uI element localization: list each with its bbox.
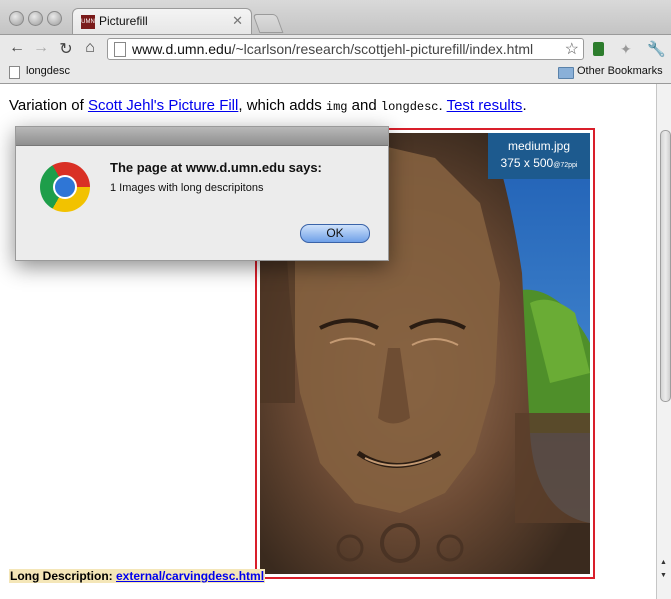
longdesc-link[interactable]: external/carvingdesc.html	[116, 569, 264, 583]
tab-picturefill[interactable]: UMN Picturefill ✕	[72, 8, 252, 35]
url-host: www.d.umn.edu	[132, 41, 232, 57]
image-caption-name: medium.jpg	[507, 139, 571, 153]
vertical-scrollbar[interactable]: ▲ ▼	[656, 84, 671, 599]
code-img: img	[325, 100, 348, 114]
chrome-logo-icon	[40, 162, 90, 212]
browser-toolbar: ← → ↻ ⌂ www.d.umn.edu/~lcarlson/research…	[0, 34, 671, 63]
code-longdesc: longdesc	[380, 100, 439, 114]
test-results-link[interactable]: Test results	[447, 97, 523, 114]
star-icon[interactable]: ☆	[565, 39, 579, 59]
back-arrow-icon[interactable]: ←	[8, 39, 26, 57]
intro-prefix: Variation of	[9, 97, 88, 114]
intro-text: Variation of Scott Jehl's Picture Fill, …	[9, 97, 527, 114]
image-size-text: 375 x 500	[500, 156, 554, 170]
bookmark-page-icon	[9, 66, 20, 79]
intro-and: and	[347, 97, 381, 114]
home-icon[interactable]: ⌂	[81, 39, 99, 57]
image-ppi-text: @72ppi	[553, 162, 578, 169]
tab-close-icon[interactable]: ✕	[232, 13, 243, 29]
url-path: /~lcarlson/research/scottjehl-picturefil…	[231, 41, 534, 57]
intro-mid: , which adds	[238, 97, 326, 114]
wrench-icon[interactable]: 🔧	[647, 40, 666, 58]
extension-puzzle-icon[interactable]: ✦	[620, 41, 632, 58]
reload-icon[interactable]: ↻	[57, 39, 75, 59]
ok-button[interactable]: OK	[300, 224, 370, 243]
alert-dialog: The page at www.d.umn.edu says: 1 Images…	[15, 126, 389, 261]
extension-icon[interactable]	[593, 42, 604, 56]
browser-titlebar: UMN Picturefill ✕	[0, 0, 671, 35]
intro-end: .	[522, 97, 527, 114]
zoom-window-button[interactable]	[47, 11, 62, 26]
dialog-message: 1 Images with long descripitons	[110, 182, 264, 194]
bookmark-longdesc[interactable]: longdesc	[26, 65, 70, 77]
forward-arrow-icon[interactable]: →	[32, 39, 50, 57]
minimize-window-button[interactable]	[28, 11, 43, 26]
picture-fill-link[interactable]: Scott Jehl's Picture Fill	[88, 97, 238, 114]
intro-dot: .	[438, 97, 447, 114]
bookmarks-bar: longdesc Other Bookmarks	[0, 62, 671, 84]
dialog-titlebar	[16, 127, 388, 146]
scroll-down-icon[interactable]: ▼	[660, 572, 667, 579]
dialog-heading: The page at www.d.umn.edu says:	[110, 160, 322, 175]
url-text: www.d.umn.edu/~lcarlson/research/scottje…	[132, 41, 533, 57]
tab-title: Picturefill	[99, 14, 148, 28]
long-description: Long Description: external/carvingdesc.h…	[9, 569, 266, 583]
umn-favicon-icon: UMN	[81, 15, 95, 29]
folder-icon	[558, 67, 574, 79]
close-window-button[interactable]	[9, 11, 24, 26]
image-caption-box: medium.jpg 375 x 500@72ppi	[488, 133, 590, 179]
scroll-thumb[interactable]	[660, 130, 671, 402]
new-tab-button[interactable]	[252, 14, 284, 33]
page-icon	[114, 42, 126, 57]
address-bar[interactable]: www.d.umn.edu/~lcarlson/research/scottje…	[107, 38, 584, 60]
longdesc-label: Long Description:	[10, 569, 116, 583]
other-bookmarks[interactable]: Other Bookmarks	[577, 65, 663, 77]
scroll-up-icon[interactable]: ▲	[660, 559, 667, 566]
image-caption-size: 375 x 500@72ppi	[488, 156, 590, 170]
